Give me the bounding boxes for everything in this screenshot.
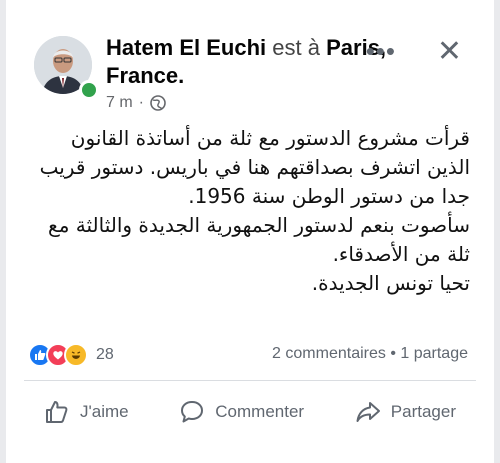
post-header: Hatem El Euchi est à Paris, France. 7 m … [24, 30, 476, 120]
like-label: J'aime [80, 402, 129, 421]
more-options-icon[interactable]: ••• [366, 36, 396, 67]
reaction-summary[interactable]: 28 [28, 343, 114, 367]
thumbs-up-icon [46, 401, 68, 423]
engagement-counts: 2 commentaires • 1 partage [272, 345, 468, 363]
action-divider [24, 380, 476, 381]
checkin-text: est à [272, 35, 320, 60]
post-time[interactable]: 7 m [106, 94, 133, 112]
comment-label: Commenter [215, 402, 305, 421]
comment-bubble-icon [181, 401, 204, 423]
online-status-indicator [79, 80, 99, 100]
shares-count-link[interactable]: 1 partage [400, 345, 468, 362]
counts-separator: • [390, 345, 396, 362]
post-paragraph: سأصوت بنعم لدستور الجمهورية الجديدة والث… [48, 213, 470, 266]
author-name[interactable]: Hatem El Euchi [106, 35, 266, 60]
post-card: Hatem El Euchi est à Paris, France. 7 m … [0, 0, 500, 463]
meta-separator: · [138, 94, 144, 111]
comment-button[interactable]: Commenter [159, 399, 324, 425]
post-body: قرأت مشروع الدستور مع ثلة من أساتذة القا… [28, 124, 470, 298]
author-line: Hatem El Euchi est à Paris, France. [106, 34, 396, 90]
post-paragraph: تحيا تونس الجديدة. [311, 271, 470, 295]
share-button[interactable]: Partager [335, 399, 476, 425]
reaction-count: 28 [96, 346, 114, 363]
comments-count-link[interactable]: 2 commentaires [272, 345, 386, 362]
public-globe-icon [150, 95, 166, 111]
close-icon[interactable]: ✕ [437, 34, 462, 69]
action-bar: J'aime Commenter Partager [24, 392, 476, 432]
like-button[interactable]: J'aime [24, 399, 149, 425]
post-meta: 7 m · [106, 94, 166, 112]
haha-reaction-icon [64, 343, 88, 367]
reaction-icons [28, 343, 88, 367]
share-label: Partager [390, 402, 456, 421]
post-paragraph: قرأت مشروع الدستور مع ثلة من أساتذة القا… [39, 126, 470, 208]
share-arrow-icon [356, 402, 380, 422]
